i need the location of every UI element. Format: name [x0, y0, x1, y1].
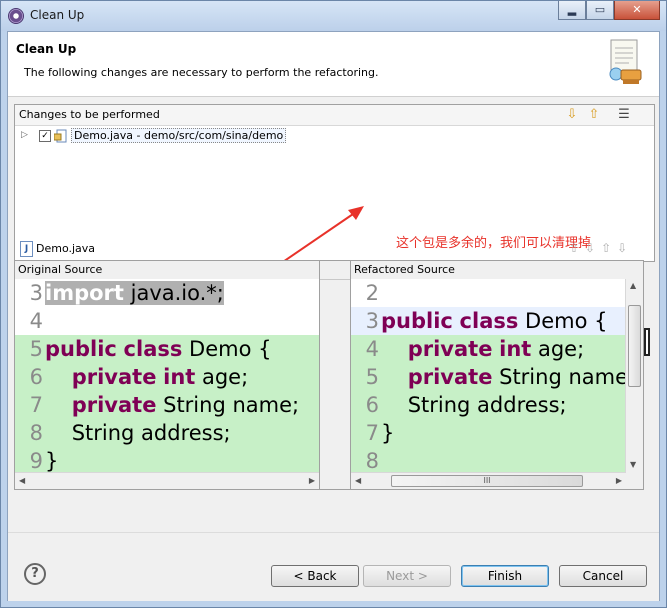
- title-bar[interactable]: Clean Up ▂ ▭ ✕: [1, 1, 666, 31]
- compare-file-name: Demo.java: [36, 242, 96, 255]
- line-number: 4: [365, 337, 379, 361]
- overview-ruler[interactable]: [644, 328, 650, 356]
- changes-header: Changes to be performed ⇩ ⇧ ☰: [15, 105, 654, 126]
- help-icon[interactable]: ?: [24, 563, 46, 585]
- tree-item-label[interactable]: Demo.java - demo/src/com/sina/demo: [71, 128, 287, 143]
- original-source-header: Original Source: [15, 261, 319, 280]
- expand-arrow-icon[interactable]: ▷: [21, 130, 28, 140]
- close-button[interactable]: ✕: [614, 1, 660, 20]
- refactored-hscroll[interactable]: ◀ III ▶: [351, 472, 626, 489]
- filter-menu-icon[interactable]: ☰: [616, 107, 632, 123]
- code-line[interactable]: 3public class Demo {: [351, 307, 643, 335]
- code-text: public class Demo {: [381, 309, 608, 333]
- code-line[interactable]: 5 private String name;: [351, 363, 643, 391]
- line-number: 4: [29, 309, 43, 333]
- line-number: 7: [365, 421, 379, 445]
- compare-bar: J Demo.java ⇧⇩⇧⇩: [14, 238, 655, 260]
- banner-description: The following changes are necessary to p…: [24, 66, 379, 79]
- java-file-icon: J: [20, 241, 33, 257]
- line-number: 9: [29, 449, 43, 473]
- code-line[interactable]: 5public class Demo {: [15, 335, 319, 363]
- banner-title: Clean Up: [16, 42, 77, 56]
- line-number: 6: [29, 365, 43, 389]
- refactor-wizard-icon: [609, 39, 642, 84]
- window-title: Clean Up: [30, 8, 85, 22]
- code-line[interactable]: 6 private int age;: [15, 363, 319, 391]
- line-number: 7: [29, 393, 43, 417]
- code-line[interactable]: 7}: [351, 419, 643, 447]
- code-line[interactable]: 6 String address;: [351, 391, 643, 419]
- cancel-button[interactable]: Cancel: [559, 565, 647, 587]
- code-text: }: [381, 421, 395, 445]
- refactored-vscroll[interactable]: ▲ ▼: [625, 279, 643, 489]
- code-text: import java.io.*;: [45, 281, 224, 305]
- line-number: 5: [29, 337, 43, 361]
- code-text: private String name;: [407, 365, 636, 389]
- dialog-footer: ? < Back Next > Finish Cancel: [8, 532, 659, 601]
- wizard-banner: Clean Up The following changes are neces…: [8, 32, 659, 97]
- code-line[interactable]: 4: [15, 307, 319, 335]
- line-number: 8: [29, 421, 43, 445]
- code-line[interactable]: 4 private int age;: [351, 335, 643, 363]
- refactored-source-pane[interactable]: Refactored Source 2 3public class Demo {4…: [350, 260, 644, 490]
- original-hscroll[interactable]: ◀ ▶: [15, 472, 319, 489]
- java-file-icon: [54, 129, 67, 143]
- code-line[interactable]: 9}: [15, 447, 319, 475]
- refactored-source-header: Refactored Source: [351, 261, 643, 280]
- changes-header-label: Changes to be performed: [19, 108, 160, 121]
- code-line[interactable]: 8: [351, 447, 643, 475]
- original-code[interactable]: 3import java.io.*; 4 5public class Demo {6…: [15, 279, 319, 475]
- finish-button[interactable]: Finish: [461, 565, 549, 587]
- hscroll-thumb[interactable]: III: [391, 475, 583, 487]
- code-line[interactable]: 3import java.io.*;: [15, 279, 319, 307]
- include-checkbox[interactable]: ✓: [39, 130, 51, 142]
- vscroll-thumb[interactable]: [628, 305, 641, 387]
- code-text: private String name;: [71, 393, 300, 417]
- move-up-icon[interactable]: ⇧: [586, 107, 602, 123]
- eclipse-icon: [8, 8, 24, 24]
- line-number: 2: [365, 281, 379, 305]
- move-down-icon[interactable]: ⇩: [564, 107, 580, 123]
- code-text: public class Demo {: [45, 337, 272, 361]
- code-text: String address;: [45, 421, 231, 445]
- code-text: private int age;: [71, 365, 249, 389]
- maximize-button[interactable]: ▭: [586, 1, 614, 20]
- code-line[interactable]: 8 String address;: [15, 419, 319, 447]
- line-number: 5: [365, 365, 379, 389]
- diff-gutter: [320, 260, 350, 490]
- line-number: 3: [365, 309, 379, 333]
- dialog-client: Clean Up The following changes are neces…: [7, 31, 660, 601]
- code-line[interactable]: 7 private String name;: [15, 391, 319, 419]
- compare-tools-icon: ⇧⇩⇧⇩: [569, 241, 634, 255]
- refactored-code[interactable]: 2 3public class Demo {4 private int age; 5…: [351, 279, 643, 475]
- next-button[interactable]: Next >: [363, 565, 451, 587]
- line-number: 8: [365, 449, 379, 473]
- line-number: 3: [29, 281, 43, 305]
- code-text: }: [45, 449, 59, 473]
- code-text: private int age;: [407, 337, 585, 361]
- code-text: String address;: [381, 393, 567, 417]
- back-button[interactable]: < Back: [271, 565, 359, 587]
- original-source-pane[interactable]: Original Source 3import java.io.*; 4 5publ…: [14, 260, 320, 490]
- minimize-button[interactable]: ▂: [558, 1, 586, 20]
- line-number: 6: [365, 393, 379, 417]
- clean-up-dialog: Clean Up ▂ ▭ ✕ Clean Up The following ch…: [0, 0, 667, 608]
- code-line[interactable]: 2: [351, 279, 643, 307]
